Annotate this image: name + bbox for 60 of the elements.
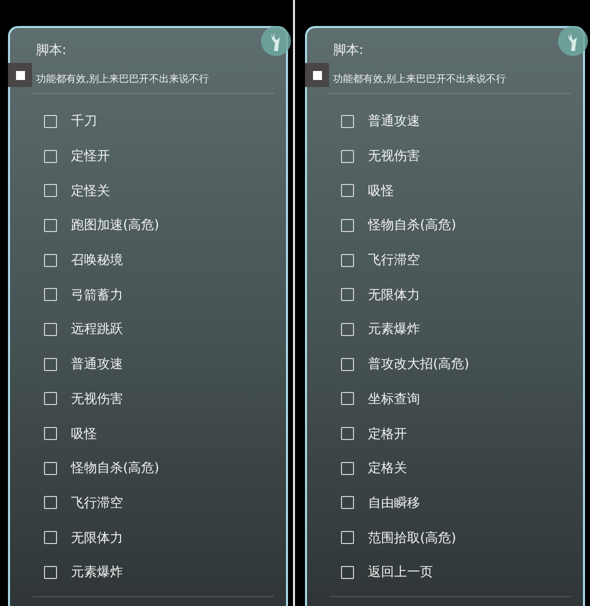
option-label: 定怪开: [71, 148, 110, 166]
option-label: 飞行滞空: [368, 252, 420, 270]
option-label: 吸怪: [71, 426, 97, 443]
option-row[interactable]: 普通攻速: [333, 104, 583, 139]
option-label: 无视伤害: [368, 148, 420, 166]
option-label: 坐标查询: [368, 390, 420, 408]
option-row[interactable]: 自由瞬移: [333, 486, 583, 520]
option-label: 无限体力: [71, 530, 123, 547]
option-label: 普通攻速: [71, 356, 123, 374]
option-label: 召唤秘境: [71, 252, 123, 270]
option-row[interactable]: 召唤秘境: [36, 242, 286, 278]
option-row[interactable]: 无视伤害: [36, 382, 286, 416]
option-row[interactable]: 定怪关: [36, 173, 286, 208]
option-row[interactable]: 吸怪: [333, 173, 583, 208]
option-row[interactable]: 弓箭蓄力: [36, 277, 286, 312]
option-label: 吸怪: [368, 182, 394, 200]
option-label: 飞行滞空: [71, 494, 123, 512]
notice-text: 功能都有效,别上来巴巴开不出来说不行: [333, 73, 508, 87]
option-label: 自由瞬移: [368, 494, 420, 512]
option-label: 范围拾取(高危): [368, 530, 456, 547]
option-label: 定怪关: [71, 182, 110, 200]
option-label: 返回上一页: [368, 564, 433, 582]
option-row[interactable]: 定格关: [333, 450, 583, 486]
option-row[interactable]: 远程跳跃: [36, 312, 286, 347]
option-label: 定格开: [368, 426, 407, 443]
option-label: 元素爆炸: [71, 564, 123, 582]
option-row[interactable]: 返回上一页: [333, 554, 583, 590]
option-label: 普攻改大招(高危): [368, 356, 470, 374]
option-row[interactable]: 怪物自杀(高危): [333, 208, 583, 243]
option-row[interactable]: 范围拾取(高危): [333, 520, 583, 555]
option-row[interactable]: 普通攻速: [36, 346, 286, 382]
option-label: 跑图加速(高危): [71, 217, 160, 234]
option-label: 怪物自杀(高危): [71, 460, 160, 478]
option-row[interactable]: 飞行滞空: [333, 242, 583, 278]
option-label: 弓箭蓄力: [71, 286, 123, 304]
panel-title: 脚本:: [333, 42, 364, 60]
option-row[interactable]: 坐标查询: [333, 382, 583, 416]
option-row[interactable]: 元素爆炸: [36, 554, 286, 590]
option-row[interactable]: 飞行滞空: [36, 486, 286, 520]
option-label: 远程跳跃: [71, 321, 123, 338]
option-label: 无视伤害: [71, 390, 123, 408]
option-row[interactable]: 怪物自杀(高危): [36, 450, 286, 486]
option-label: 怪物自杀(高危): [368, 217, 456, 234]
option-row[interactable]: 定格开: [333, 416, 583, 451]
option-label: 元素爆炸: [368, 321, 420, 338]
option-row[interactable]: 千刀: [36, 104, 286, 139]
option-label: 普通攻速: [368, 112, 420, 130]
option-label: 定格关: [368, 460, 407, 478]
option-row[interactable]: 无视伤害: [333, 138, 583, 174]
panel-title: 脚本:: [36, 42, 68, 60]
notice-text: 功能都有效,别上来巴巴开不出来说不行: [36, 73, 210, 87]
option-row[interactable]: 吸怪: [36, 416, 286, 451]
option-row[interactable]: 无限体力: [333, 277, 583, 312]
option-row[interactable]: 跑图加速(高危): [36, 208, 286, 243]
option-row[interactable]: 普攻改大招(高危): [333, 346, 583, 382]
option-label: 无限体力: [368, 286, 420, 304]
option-label: 千刀: [71, 113, 97, 130]
option-row[interactable]: 元素爆炸: [333, 312, 583, 347]
option-row[interactable]: 无限体力: [36, 520, 286, 555]
option-row[interactable]: 定怪开: [36, 138, 286, 174]
